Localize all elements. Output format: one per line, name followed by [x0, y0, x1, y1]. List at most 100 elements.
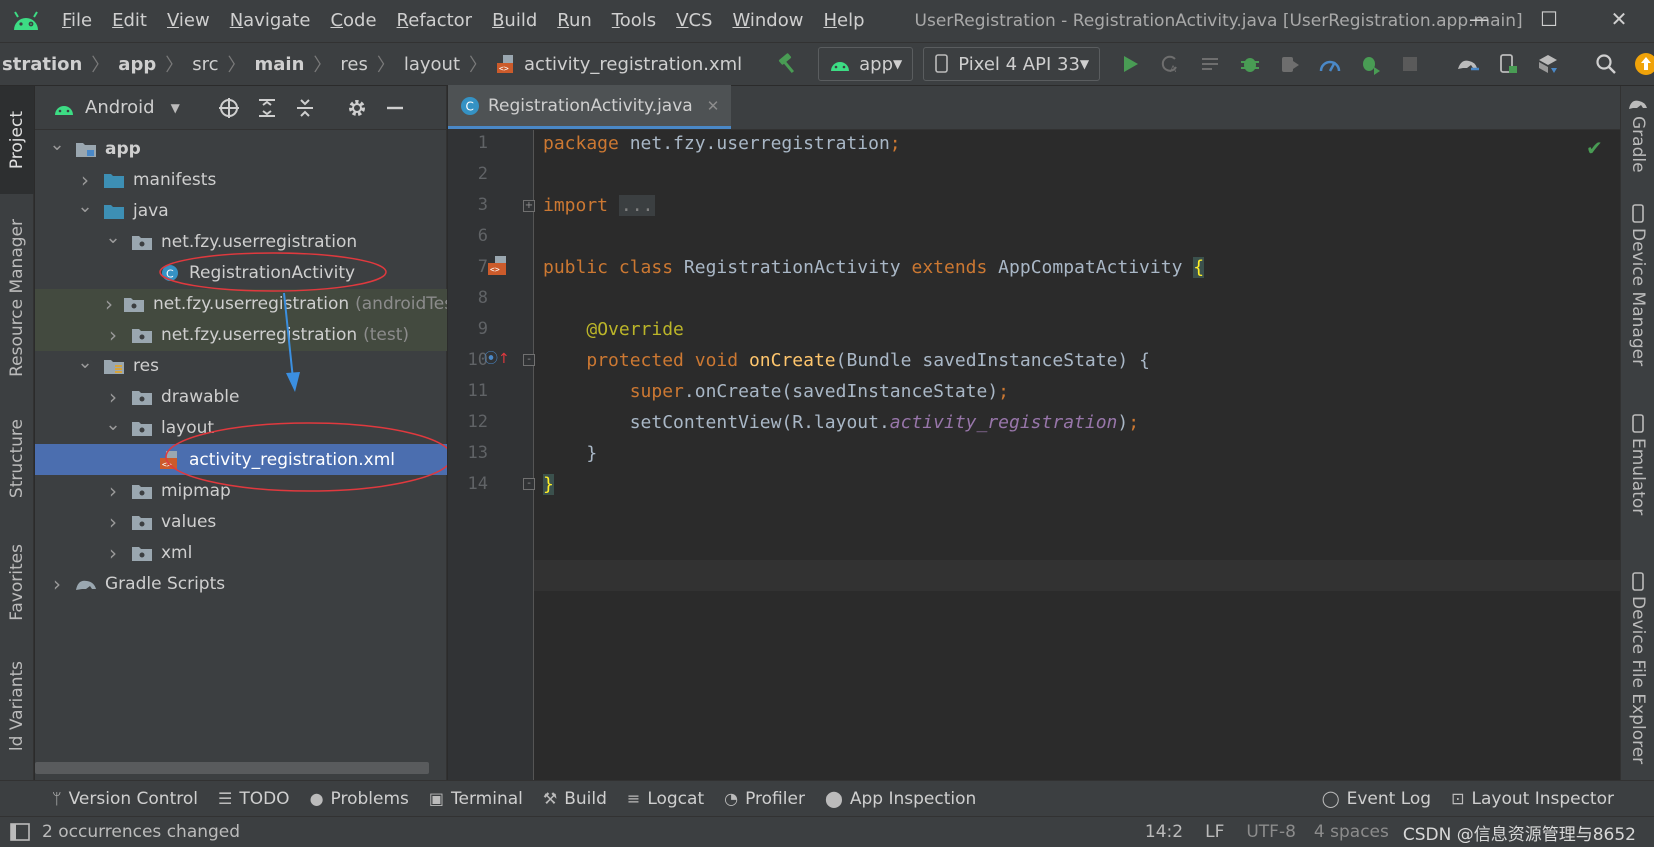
tab-registration-activity[interactable]: C RegistrationActivity.java ✕ — [448, 85, 732, 129]
menu-vcs[interactable]: VCS — [666, 0, 722, 42]
code-area[interactable]: package net.fzy.userregistration; import… — [448, 130, 1620, 780]
chevron-down-icon[interactable]: ▼ — [171, 101, 180, 115]
file-encoding[interactable]: UTF-8 — [1246, 822, 1296, 842]
check-icon[interactable]: ✔ — [1586, 136, 1603, 160]
tree-item[interactable]: C RegistrationActivity — [35, 257, 447, 288]
tool-button-problems[interactable]: ● Problems — [310, 789, 409, 809]
breadcrumb-project[interactable]: stration — [2, 54, 82, 75]
collapse-all-icon[interactable] — [286, 89, 324, 127]
apply-code-changes-icon[interactable] — [1190, 44, 1230, 84]
device-select[interactable]: Pixel 4 API 33 ▼ — [923, 47, 1101, 81]
chevron-right-icon[interactable]: › — [105, 479, 121, 503]
tab-structure[interactable]: Structure — [0, 404, 34, 514]
menu-navigate[interactable]: Navigate — [220, 0, 321, 42]
sdk-manager-icon[interactable] — [1528, 44, 1568, 84]
update-icon[interactable] — [1626, 44, 1654, 84]
close-icon[interactable]: ✕ — [707, 97, 720, 115]
attach-debugger-icon[interactable] — [1270, 44, 1310, 84]
profile-icon[interactable] — [1310, 44, 1350, 84]
run-config-select[interactable]: app ▼ — [818, 47, 914, 81]
tab-project[interactable]: Project — [0, 86, 34, 194]
tool-button-profiler[interactable]: ◔ Profiler — [724, 789, 805, 809]
menu-edit[interactable]: Edit — [102, 0, 157, 42]
stop-icon[interactable] — [1390, 44, 1430, 84]
tool-button-terminal[interactable]: ▣ Terminal — [429, 789, 523, 809]
tab-device-manager[interactable]: Device Manager — [1621, 204, 1654, 366]
chevron-right-icon[interactable]: › — [105, 510, 121, 534]
tab-favorites[interactable]: Favorites — [0, 526, 34, 638]
menu-view[interactable]: View — [157, 0, 220, 42]
chevron-down-icon[interactable]: ⌄ — [77, 196, 93, 217]
chevron-down-icon[interactable]: ⌄ — [105, 227, 121, 248]
tool-button-logcat[interactable]: ≡ Logcat — [627, 789, 704, 809]
tool-button-app-inspection[interactable]: ⬤ App Inspection — [825, 789, 976, 809]
chevron-right-icon[interactable]: › — [105, 323, 121, 347]
chevron-down-icon[interactable]: ⌄ — [49, 134, 65, 155]
line-separator[interactable]: LF — [1205, 822, 1224, 842]
menu-window[interactable]: Window — [722, 0, 813, 42]
menu-help[interactable]: Help — [813, 0, 874, 42]
breadcrumb-layout[interactable]: layout — [404, 54, 460, 75]
breadcrumb-src[interactable]: src — [192, 54, 218, 75]
menu-build[interactable]: Build — [482, 0, 547, 42]
expand-all-icon[interactable] — [248, 89, 286, 127]
close-window-button[interactable]: ✕ — [1584, 0, 1654, 42]
tool-button-event-log[interactable]: ◯ Event Log — [1322, 789, 1431, 809]
chevron-down-icon[interactable]: ⌄ — [77, 352, 93, 373]
debug-attach-icon[interactable] — [1350, 44, 1390, 84]
hide-panel-icon[interactable] — [376, 89, 414, 127]
tab-emulator[interactable]: Emulator — [1621, 414, 1654, 515]
chevron-right-icon[interactable]: › — [105, 385, 121, 409]
tab-resource-manager[interactable]: Resource Manager — [0, 198, 34, 398]
tree-item[interactable]: › manifests — [35, 164, 447, 195]
caret-position[interactable]: 14:2 — [1145, 822, 1183, 842]
maximize-button[interactable]: ☐ — [1514, 0, 1584, 42]
tab-device-file-explorer[interactable]: Device File Explorer — [1621, 572, 1654, 764]
tree-item[interactable]: › values — [35, 506, 447, 537]
tree-item[interactable]: › xml — [35, 537, 447, 568]
minimize-button[interactable]: — — [1444, 0, 1514, 42]
search-icon[interactable] — [1586, 44, 1626, 84]
locate-icon[interactable] — [210, 89, 248, 127]
run-icon[interactable] — [1110, 44, 1150, 84]
tree-item[interactable]: ⌄ net.fzy.userregistration — [35, 226, 447, 257]
chevron-right-icon[interactable]: › — [105, 292, 113, 316]
tree-item[interactable]: ⌄ app — [35, 133, 447, 164]
breadcrumb-main[interactable]: main — [255, 54, 305, 75]
chevron-right-icon[interactable]: › — [77, 168, 93, 192]
menu-tools[interactable]: Tools — [602, 0, 666, 42]
tool-button-build[interactable]: ⚒ Build — [543, 789, 607, 809]
tool-button-todo[interactable]: ☰ TODO — [218, 789, 290, 809]
tree-item[interactable]: › drawable — [35, 382, 447, 413]
indent-setting[interactable]: 4 spaces — [1314, 822, 1389, 842]
tree-item[interactable]: › Gradle Scripts — [35, 568, 447, 599]
breadcrumb-file[interactable]: <> activity_registration.xml — [496, 54, 742, 75]
chevron-right-icon[interactable]: › — [49, 572, 65, 596]
apply-changes-icon[interactable]: A — [1150, 44, 1190, 84]
horizontal-scrollbar[interactable] — [35, 762, 429, 774]
tool-button-layout-inspector[interactable]: ⊡ Layout Inspector — [1451, 789, 1614, 809]
folded-imports[interactable]: ... — [618, 195, 656, 216]
project-view-select[interactable]: Android — [85, 97, 155, 118]
panel-toggle-icon[interactable] — [10, 823, 30, 841]
tab-build-variants[interactable]: ld Variants — [0, 656, 34, 756]
hammer-icon[interactable] — [768, 44, 808, 84]
menu-refactor[interactable]: Refactor — [387, 0, 483, 42]
tree-item[interactable]: ⌄ res — [35, 351, 447, 382]
tree-item[interactable]: ⌄ java — [35, 195, 447, 226]
tool-button-version-control[interactable]: ᛘ Version Control — [52, 789, 198, 809]
menu-code[interactable]: Code — [320, 0, 386, 42]
gradle-sync-icon[interactable] — [1448, 44, 1488, 84]
menu-run[interactable]: Run — [547, 0, 602, 42]
device-manager-icon[interactable] — [1488, 44, 1528, 84]
chevron-right-icon[interactable]: › — [105, 541, 121, 565]
menu-file[interactable]: File — [52, 0, 102, 42]
gear-icon[interactable] — [338, 89, 376, 127]
debug-icon[interactable] — [1230, 44, 1270, 84]
tree-item[interactable]: › net.fzy.userregistration(androidTest) — [35, 288, 447, 320]
tree-item[interactable]: › mipmap — [35, 475, 447, 506]
tab-gradle[interactable]: Gradle — [1621, 96, 1654, 173]
tree-item[interactable]: <> activity_registration.xml — [35, 444, 447, 475]
tree-item[interactable]: › net.fzy.userregistration (test) — [35, 319, 447, 351]
tree-item[interactable]: ⌄ layout — [35, 413, 447, 444]
